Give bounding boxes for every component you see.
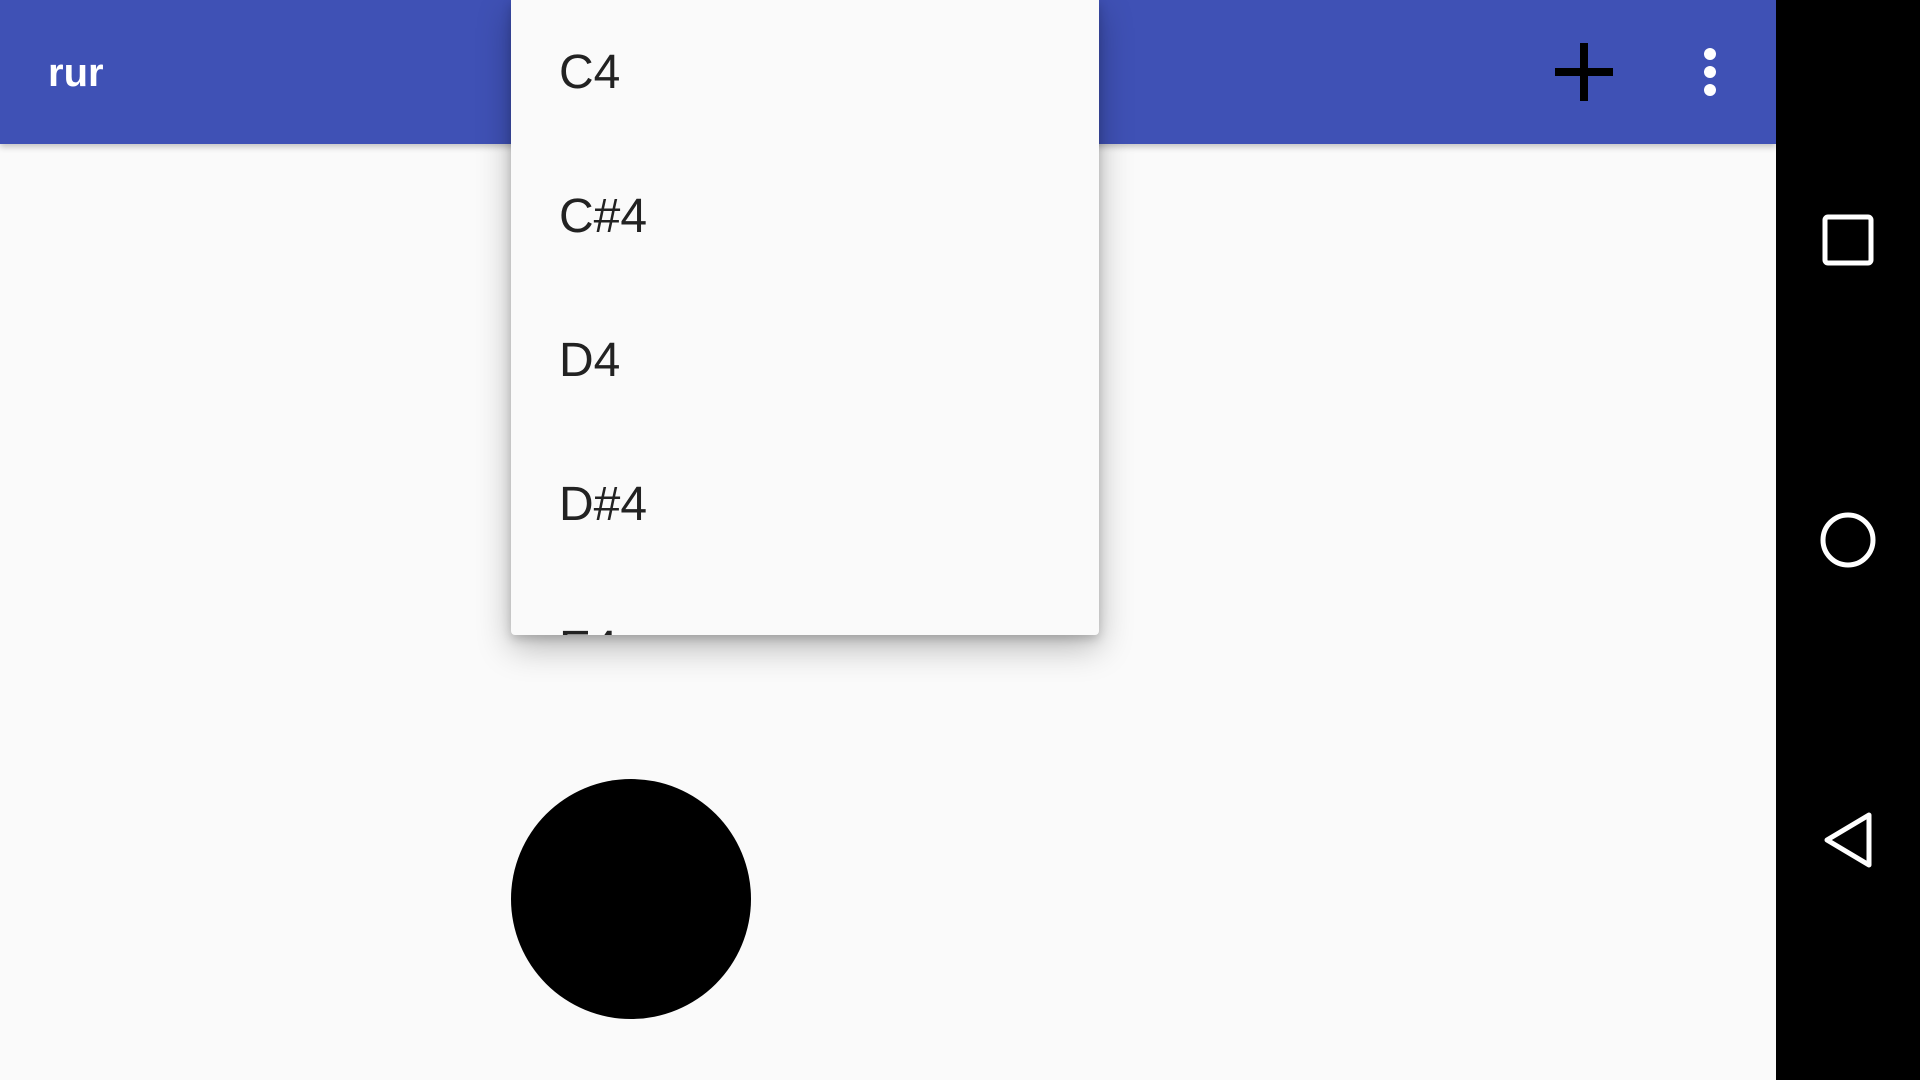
circle-home-icon	[1820, 512, 1876, 568]
note-dropdown-menu: C4 C#4 D4 D#4 E4	[511, 0, 1099, 635]
dropdown-item-label: C#4	[559, 190, 648, 243]
dropdown-item-label: C4	[559, 46, 621, 99]
triangle-back-icon	[1824, 812, 1872, 868]
recents-button[interactable]	[1806, 198, 1890, 282]
back-button[interactable]	[1806, 798, 1890, 882]
dropdown-item-c-sharp-4[interactable]: C#4	[511, 144, 1099, 288]
add-button[interactable]	[1539, 36, 1629, 108]
dropdown-item-c4[interactable]: C4	[511, 0, 1099, 144]
more-vert-icon	[1704, 48, 1716, 96]
dropdown-item-label: D4	[559, 334, 621, 387]
plus-icon	[1555, 43, 1613, 101]
app-screen: rur C4 C#4 D4 D#4	[0, 0, 1920, 1080]
overflow-menu-button[interactable]	[1678, 36, 1742, 108]
dropdown-item-d4[interactable]: D4	[511, 288, 1099, 432]
dropdown-item-label: D#4	[559, 478, 648, 531]
system-navigation-bar	[1776, 0, 1920, 1080]
dropdown-item-e4[interactable]: E4	[511, 576, 1099, 635]
toolbar-title: rur	[48, 51, 104, 95]
note-circle-button[interactable]	[511, 779, 751, 1019]
home-button[interactable]	[1806, 498, 1890, 582]
dropdown-item-d-sharp-4[interactable]: D#4	[511, 432, 1099, 576]
square-recents-icon	[1822, 214, 1874, 266]
dropdown-item-label: E4	[559, 576, 618, 635]
app-area: rur C4 C#4 D4 D#4	[0, 0, 1776, 1080]
